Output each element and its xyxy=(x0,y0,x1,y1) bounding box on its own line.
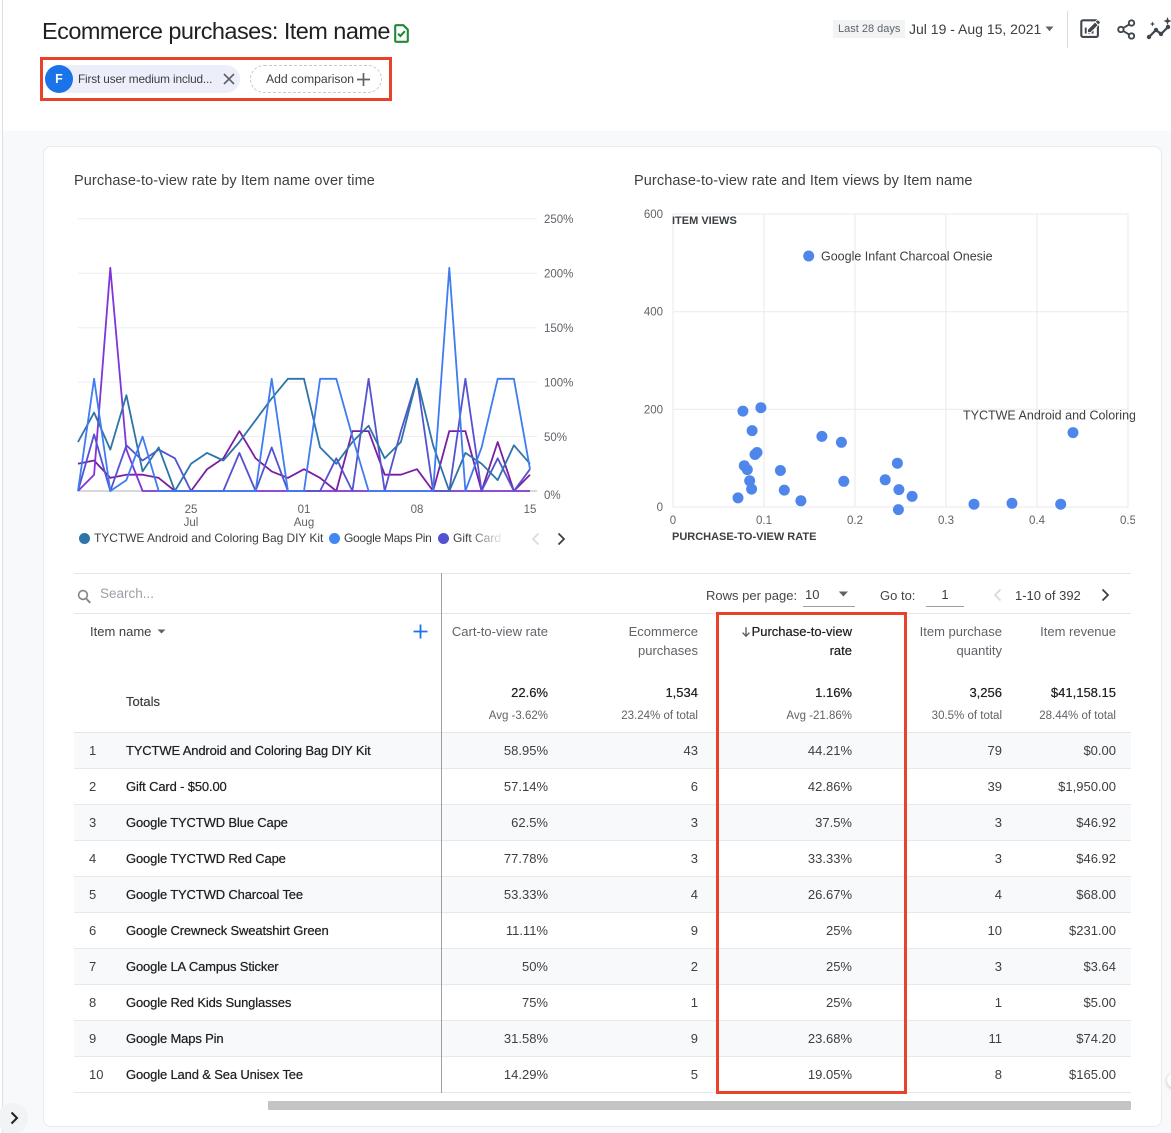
svg-text:PURCHASE-TO-VIEW RATE: PURCHASE-TO-VIEW RATE xyxy=(672,531,816,543)
svg-text:150%: 150% xyxy=(544,323,573,335)
svg-text:0.2: 0.2 xyxy=(847,515,863,527)
svg-text:200%: 200% xyxy=(544,269,573,281)
svg-text:50%: 50% xyxy=(544,432,567,444)
svg-text:0: 0 xyxy=(670,515,676,527)
svg-text:25: 25 xyxy=(185,504,198,516)
svg-text:Aug: Aug xyxy=(294,517,314,529)
svg-text:100%: 100% xyxy=(544,377,573,389)
svg-text:08: 08 xyxy=(411,504,424,516)
svg-text:Google Infant Charcoal Onesie: Google Infant Charcoal Onesie xyxy=(821,250,993,264)
svg-text:0%: 0% xyxy=(544,490,561,502)
svg-text:200: 200 xyxy=(644,404,663,416)
svg-text:0.1: 0.1 xyxy=(756,515,772,527)
svg-text:Jul: Jul xyxy=(184,517,199,529)
svg-text:ITEM VIEWS: ITEM VIEWS xyxy=(672,215,737,227)
svg-text:TYCTWE Android and Coloring: TYCTWE Android and Coloring xyxy=(963,409,1135,423)
svg-text:01: 01 xyxy=(298,504,311,516)
svg-text:0: 0 xyxy=(657,502,663,514)
svg-text:400: 400 xyxy=(644,307,663,319)
svg-text:0.5: 0.5 xyxy=(1120,515,1135,527)
svg-text:600: 600 xyxy=(644,209,663,221)
svg-text:0.4: 0.4 xyxy=(1029,515,1046,527)
svg-text:15: 15 xyxy=(524,504,537,516)
svg-text:0.3: 0.3 xyxy=(938,515,954,527)
svg-text:250%: 250% xyxy=(544,214,573,226)
